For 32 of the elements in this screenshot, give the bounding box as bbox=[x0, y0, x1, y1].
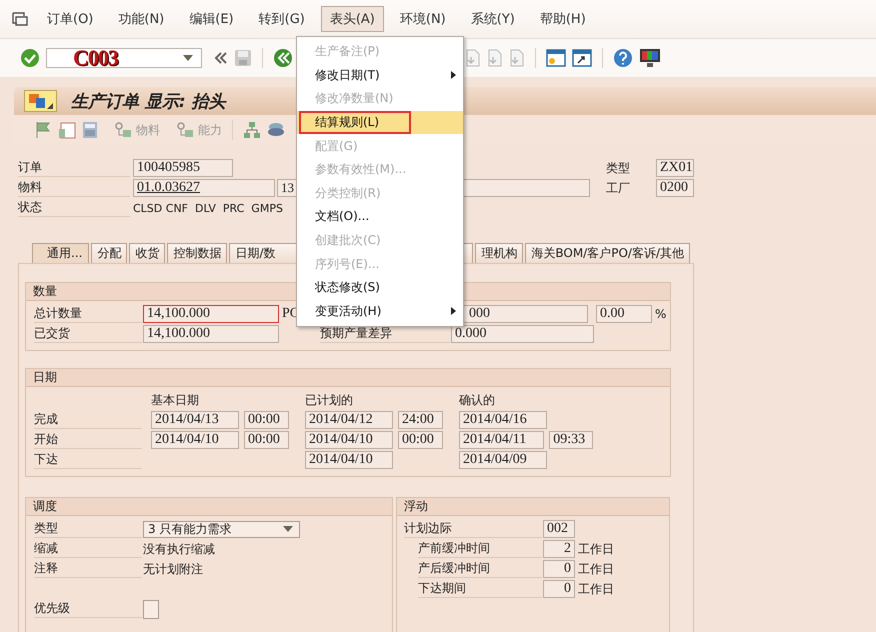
field-label: 订单 bbox=[18, 159, 130, 177]
column-header: 已计划的 bbox=[305, 392, 354, 408]
field-label: 计划边际 bbox=[404, 520, 542, 538]
screen-title: 生产订单 显示: 抬头 bbox=[71, 90, 226, 112]
column-header: 基本日期 bbox=[151, 392, 200, 408]
field-label: 已交货 bbox=[34, 325, 142, 343]
reduction-text: 没有执行缩减 bbox=[143, 540, 215, 558]
field-label: 开始 bbox=[34, 431, 142, 449]
field-label: 状态 bbox=[18, 199, 130, 217]
column-header: 确认的 bbox=[459, 392, 496, 408]
percent-sign: % bbox=[655, 307, 666, 321]
status-text: CLSD CNF DLV PRC GMPS bbox=[133, 202, 283, 214]
field-label: 注释 bbox=[34, 560, 142, 578]
field-label: 类型 bbox=[606, 160, 631, 176]
group-title: 浮动 bbox=[397, 498, 669, 516]
field-label: 下达期间 bbox=[418, 580, 542, 598]
field-label: 优先级 bbox=[34, 600, 142, 618]
field-label: 产前缓冲时间 bbox=[418, 540, 542, 558]
field-label: 类型 bbox=[34, 520, 142, 538]
unit-text: 工作日 bbox=[578, 560, 614, 578]
field-label: 总计数量 bbox=[34, 305, 142, 323]
field-label: 工厂 bbox=[606, 180, 631, 196]
field-label: 缩减 bbox=[34, 540, 142, 558]
group-title: 日期 bbox=[26, 369, 670, 387]
note-text: 无计划附注 bbox=[143, 560, 203, 578]
unit-text: 工作日 bbox=[578, 580, 614, 598]
field-label: 产后缓冲时间 bbox=[418, 560, 542, 578]
field-label: 物料 bbox=[18, 179, 130, 197]
field-label: 下达 bbox=[34, 451, 142, 469]
unit-text: 工作日 bbox=[578, 540, 614, 558]
group-title: 调度 bbox=[26, 498, 392, 516]
field-label: 完成 bbox=[34, 411, 142, 429]
